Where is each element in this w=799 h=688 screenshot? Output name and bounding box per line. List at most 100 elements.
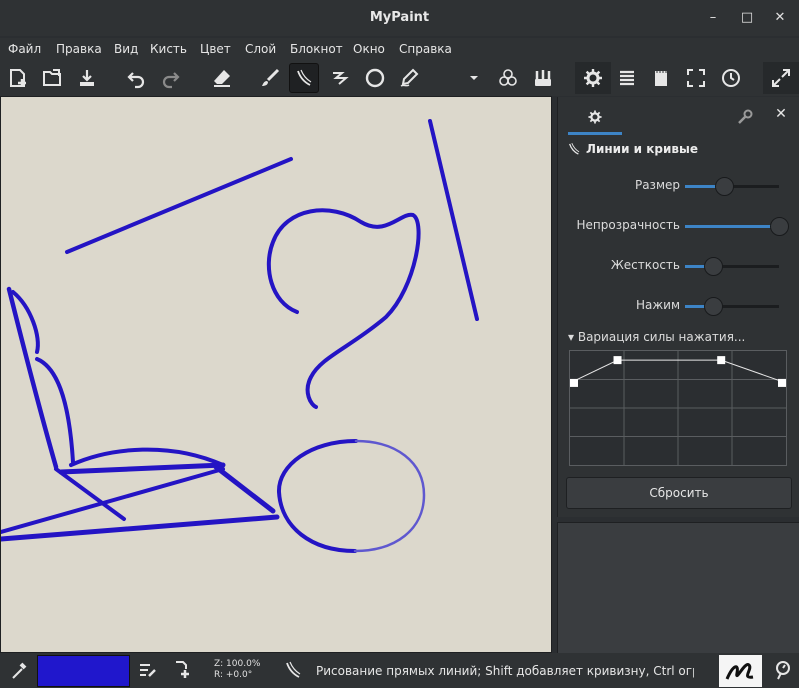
menu-view[interactable]: Вид bbox=[114, 42, 138, 56]
menu-bar: Файл Правка Вид Кисть Цвет Слой Блокнот … bbox=[0, 38, 799, 60]
menu-brush[interactable]: Кисть bbox=[150, 42, 187, 56]
panel-close-button[interactable]: ✕ bbox=[772, 106, 790, 124]
canvas-strokes bbox=[1, 119, 479, 553]
lines-curves-icon bbox=[286, 661, 301, 678]
color-circles-icon bbox=[499, 69, 517, 86]
lines-curves-icon bbox=[569, 143, 580, 155]
slider-track[interactable] bbox=[685, 297, 779, 316]
slider-knob[interactable] bbox=[704, 257, 724, 276]
dropdown-icon bbox=[470, 76, 478, 80]
minimize-button[interactable]: – bbox=[704, 9, 722, 27]
slider-size[interactable]: Размер bbox=[558, 176, 799, 196]
stroke-ellipse-light bbox=[353, 439, 426, 553]
menu-layer[interactable]: Слой bbox=[245, 42, 276, 56]
curve-control-point[interactable] bbox=[613, 356, 622, 365]
slider-size-label: Размер bbox=[634, 178, 680, 192]
eraser-icon bbox=[214, 70, 230, 87]
brushes-button[interactable] bbox=[528, 63, 558, 93]
panel-options-button[interactable] bbox=[736, 108, 754, 126]
ink-pen-icon bbox=[400, 68, 419, 87]
slider-track[interactable] bbox=[685, 257, 779, 276]
gear-icon bbox=[588, 109, 602, 124]
ellipse-button[interactable] bbox=[360, 63, 390, 93]
slider-pressure[interactable]: Нажим bbox=[558, 296, 799, 316]
slider-knob[interactable] bbox=[715, 177, 735, 196]
menu-color[interactable]: Цвет bbox=[200, 42, 231, 56]
color-button[interactable] bbox=[493, 63, 523, 93]
menu-help[interactable]: Справка bbox=[399, 42, 452, 56]
ink-button[interactable] bbox=[394, 63, 424, 93]
layers-button[interactable] bbox=[612, 63, 642, 93]
reset-button[interactable]: Сбросить bbox=[566, 477, 792, 509]
toolbar bbox=[0, 60, 799, 96]
window-title: MyPaint bbox=[369, 10, 430, 25]
expand-button[interactable] bbox=[766, 63, 796, 93]
settings-button[interactable] bbox=[578, 63, 608, 93]
settings-icon bbox=[584, 69, 602, 87]
add-brush-button[interactable] bbox=[171, 659, 193, 681]
brush-icon bbox=[262, 68, 280, 86]
panel-title-text: Линии и кривые bbox=[586, 142, 698, 156]
eraser-button[interactable] bbox=[207, 63, 237, 93]
save-icon bbox=[80, 70, 94, 86]
undo-button[interactable] bbox=[121, 63, 151, 93]
maximize-button[interactable]: □ bbox=[738, 9, 756, 27]
menu-scratchpad[interactable]: Блокнот bbox=[290, 42, 343, 56]
slider-knob[interactable] bbox=[770, 217, 789, 236]
wrench-icon bbox=[738, 109, 753, 124]
lines-curves-button[interactable] bbox=[289, 63, 319, 93]
tab-tool-options[interactable] bbox=[568, 101, 622, 135]
slider-opacity-label: Непрозрачность bbox=[576, 218, 681, 232]
slider-hardness[interactable]: Жесткость bbox=[558, 256, 799, 276]
brush-settings-button[interactable] bbox=[137, 659, 159, 681]
redo-button[interactable] bbox=[156, 63, 186, 93]
open-folder-icon bbox=[43, 69, 61, 86]
triangle-down-icon: ▾ bbox=[568, 330, 578, 344]
slider-fill bbox=[685, 225, 779, 228]
curve-control-point[interactable] bbox=[570, 378, 578, 387]
stroke-line-top bbox=[65, 157, 293, 254]
tools-dropdown-button[interactable] bbox=[459, 63, 489, 93]
curve-control-point[interactable] bbox=[717, 356, 726, 365]
fullscreen-icon bbox=[687, 69, 705, 87]
pressure-curve-editor[interactable] bbox=[569, 350, 787, 466]
slider-pressure-label: Нажим bbox=[635, 298, 680, 312]
stroke-ellipse-dark bbox=[276, 439, 358, 553]
stroke-line-diagonal bbox=[428, 119, 479, 321]
menu-window[interactable]: Окно bbox=[353, 42, 385, 56]
pressure-variation-expander[interactable]: ▾ Вариация силы нажатия... bbox=[568, 330, 745, 344]
rotation-text: R: +0.0° bbox=[214, 670, 253, 680]
scratchpad-icon bbox=[655, 69, 667, 86]
slider-track[interactable] bbox=[685, 217, 789, 236]
panel-title: Линии и кривые bbox=[566, 141, 698, 157]
slider-hardness-label: Жесткость bbox=[610, 258, 680, 272]
slider-track[interactable] bbox=[685, 177, 779, 196]
drawing-canvas[interactable] bbox=[0, 96, 552, 653]
curve-control-point[interactable] bbox=[778, 378, 786, 387]
menu-edit[interactable]: Правка bbox=[56, 42, 102, 56]
stroke-question-curve bbox=[266, 208, 421, 409]
zoom-text: Z: 100.0% bbox=[214, 659, 261, 669]
color-picker-button[interactable] bbox=[8, 659, 30, 681]
add-document-icon bbox=[176, 661, 189, 678]
fullscreen-button[interactable] bbox=[681, 63, 711, 93]
save-button[interactable] bbox=[72, 63, 102, 93]
brush-scribble-icon bbox=[725, 663, 754, 680]
freehand-button[interactable] bbox=[325, 63, 355, 93]
freehand-brush-button[interactable] bbox=[255, 63, 285, 93]
pressure-curve-graph bbox=[569, 351, 787, 465]
current-color-swatch[interactable] bbox=[37, 655, 130, 687]
history-button[interactable] bbox=[716, 63, 746, 93]
menu-file[interactable]: Файл bbox=[8, 42, 41, 56]
brush-history-button[interactable] bbox=[772, 659, 794, 681]
title-bar: MyPaint – □ ✕ bbox=[0, 0, 799, 36]
scratchpad-button[interactable] bbox=[646, 63, 676, 93]
slider-knob[interactable] bbox=[704, 297, 724, 316]
status-message: Рисование прямых линий; Shift добавляет … bbox=[316, 664, 694, 678]
open-button[interactable] bbox=[37, 63, 67, 93]
new-document-button[interactable] bbox=[3, 63, 33, 93]
zoom-rotation-readout: Z: 100.0% R: +0.0° bbox=[214, 659, 260, 681]
current-brush-thumbnail[interactable] bbox=[719, 655, 762, 687]
slider-opacity[interactable]: Непрозрачность bbox=[558, 216, 799, 236]
close-window-button[interactable]: ✕ bbox=[771, 9, 789, 27]
